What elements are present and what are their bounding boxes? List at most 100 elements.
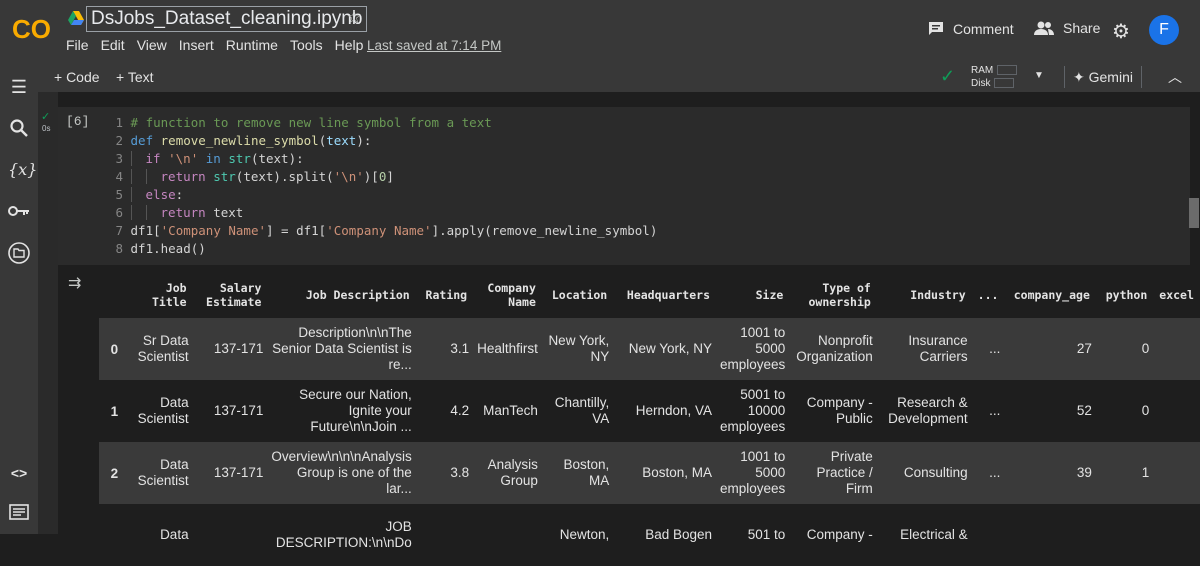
last-saved-link[interactable]: Last saved at 7:14 PM — [367, 38, 501, 53]
ram-bar — [997, 65, 1018, 76]
drive-icon[interactable] — [68, 10, 84, 26]
table-cell: 3.1 — [415, 318, 474, 380]
col-header: Location — [551, 288, 608, 302]
variables-icon[interactable]: {x} — [8, 159, 37, 181]
col-header: ... — [977, 288, 999, 302]
terminal-icon[interactable] — [8, 503, 30, 525]
table-of-contents-icon[interactable]: ☰ — [8, 76, 30, 98]
code-editor[interactable]: 1 # function to remove new line symbol f… — [109, 114, 657, 258]
table-cell: Analysis Group — [473, 442, 542, 504]
col-header-index — [99, 272, 124, 318]
col-header: Salary Estimate — [206, 281, 262, 309]
table-cell: 4.2 — [450, 403, 470, 418]
table-cell: Electrical & — [900, 527, 968, 542]
table-cell: Newton, — [559, 527, 610, 542]
output-actions-icon[interactable]: ⇉ — [68, 273, 81, 293]
avatar[interactable]: F — [1149, 15, 1179, 45]
gemini-label: Gemini — [1088, 69, 1133, 85]
people-icon — [1034, 21, 1054, 35]
menu-runtime[interactable]: Runtime — [226, 37, 278, 53]
resource-monitor[interactable]: RAM Disk — [971, 64, 1018, 90]
table-cell: Consulting — [876, 442, 972, 504]
code-snippets-icon[interactable]: <> — [8, 462, 30, 484]
row-index: 2 — [99, 442, 125, 504]
table-cell: Boston, MA — [541, 442, 614, 504]
menu-view[interactable]: View — [137, 37, 167, 53]
table-cell: Secure our Nation, Ignite your Future\n\… — [299, 387, 412, 434]
execution-count: [6] — [66, 114, 90, 129]
code-line: 5 else: — [115, 187, 184, 202]
star-icon[interactable]: ☆ — [346, 7, 362, 28]
menu-insert[interactable]: Insert — [179, 37, 214, 53]
gear-icon[interactable]: ⚙ — [1112, 19, 1130, 44]
table-header-row: Job Title Salary Estimate Job Descriptio… — [99, 272, 1200, 318]
table-cell — [1153, 318, 1200, 380]
col-header: company_age — [1013, 288, 1090, 302]
chevron-down-icon[interactable]: ▼ — [1034, 70, 1044, 81]
add-text-button[interactable]: + Text — [116, 69, 154, 85]
run-success-icon[interactable]: ✓ — [41, 110, 50, 123]
comment-label: Comment — [953, 21, 1014, 37]
table-cell: Description\n\nThe Senior Data Scientist… — [267, 318, 416, 380]
table-cell: 137-171 — [192, 318, 268, 380]
table-cell: 27 — [1004, 318, 1096, 380]
key-icon[interactable] — [8, 200, 30, 222]
col-header: Job Title — [151, 281, 187, 309]
table-cell — [473, 504, 542, 566]
table-cell: Private Practice / Firm — [789, 442, 877, 504]
left-sidebar: ☰ {x} <> — [0, 62, 38, 534]
table-cell: Company - — [806, 527, 873, 542]
table-cell: 1001 to 5000 employees — [716, 318, 790, 380]
table-row: 1 Data Scientist 137-171 Secure our Nation,… — [99, 380, 1200, 442]
menu-edit[interactable]: Edit — [101, 37, 125, 53]
table-cell: 0 — [1141, 403, 1150, 418]
menu-bar: File Edit View Insert Runtime Tools Help — [60, 37, 369, 53]
notebook-title[interactable]: DsJobs_Dataset_cleaning.ipynb — [86, 6, 368, 32]
table-cell: 137-171 — [213, 403, 264, 418]
table-cell: 1001 to 5000 employees — [716, 442, 790, 504]
table-cell: 5001 to 10000 employees — [720, 387, 786, 434]
col-header: python — [1105, 288, 1148, 302]
row-index — [99, 504, 124, 566]
cell-toolbar: + Code + Text ✓ RAM Disk ▼ ✦ Gemini ︿ — [0, 62, 1200, 92]
table-cell: ManTech — [483, 403, 538, 418]
chevron-up-icon[interactable]: ︿ — [1168, 67, 1182, 87]
table-cell — [1004, 504, 1095, 566]
connected-check-icon: ✓ — [940, 66, 956, 86]
col-header: Job Description — [305, 288, 410, 302]
folder-icon[interactable] — [8, 242, 30, 264]
table-cell: Overview\n\n\nAnalysis Group is one of t… — [267, 442, 416, 504]
share-button[interactable]: Share — [1033, 20, 1100, 36]
colab-logo[interactable]: CO — [12, 14, 54, 44]
disk-bar — [994, 78, 1015, 89]
table-cell: New York, NY — [613, 318, 716, 380]
table-cell: 0 — [1095, 318, 1154, 380]
comment-button[interactable]: Comment — [927, 20, 1014, 38]
table-row: Data JOB DESCRIPTION:\n\nDo Newton, Bad Bog… — [99, 504, 1200, 566]
menu-help[interactable]: Help — [335, 37, 364, 53]
table-cell — [1153, 380, 1200, 442]
svg-text:CO: CO — [12, 14, 51, 44]
table-cell: ... — [971, 442, 1005, 504]
table-cell: Nonprofit Organization — [789, 318, 877, 380]
table-cell: Bad Bogen — [645, 527, 712, 542]
col-header: excel — [1159, 288, 1194, 302]
gemini-button[interactable]: ✦ Gemini — [1064, 66, 1142, 88]
menu-tools[interactable]: Tools — [290, 37, 323, 53]
search-icon[interactable] — [8, 118, 30, 140]
cell-runtime: 0s — [42, 124, 51, 133]
add-code-button[interactable]: + Code — [54, 69, 100, 85]
menu-file[interactable]: File — [66, 37, 89, 53]
table-cell: 1 — [1095, 442, 1154, 504]
vertical-scrollbar[interactable] — [1189, 198, 1199, 228]
table-cell: Sr Data Scientist — [124, 318, 193, 380]
col-header: Rating — [425, 288, 468, 302]
table-cell — [972, 504, 1005, 566]
col-header: Company Name — [487, 281, 536, 309]
table-cell: Data Scientist — [124, 442, 193, 504]
col-header: Size — [755, 288, 784, 302]
table-cell: Data Scientist — [137, 395, 189, 426]
table-cell — [1153, 442, 1200, 504]
table-cell — [1096, 504, 1153, 566]
table-cell: Insurance Carriers — [876, 318, 972, 380]
